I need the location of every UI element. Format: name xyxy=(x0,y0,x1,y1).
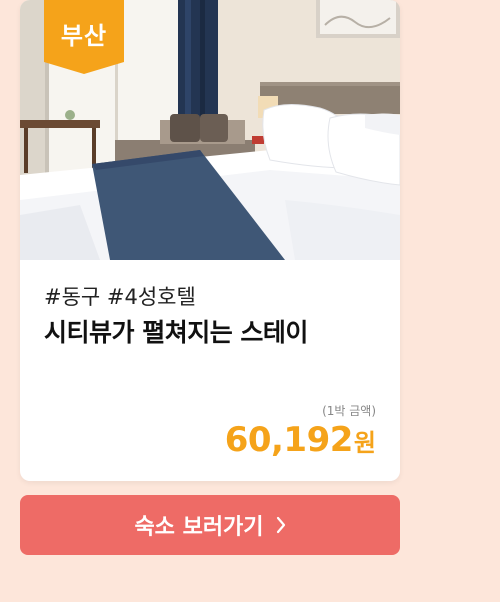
price: 60,192원 xyxy=(225,420,376,460)
view-hotel-button-label: 숙소 보러가기 xyxy=(134,515,264,540)
hotel-card[interactable]: 부산 #동구 #4성호텔 시티뷰가 펼쳐지는 스테이 (1박 금액) 60,19… xyxy=(20,0,400,481)
view-hotel-button-content: 숙소 보러가기 xyxy=(20,495,400,555)
region-badge: 부산 xyxy=(44,0,124,74)
price-value: 60,192 xyxy=(224,420,354,460)
hotel-tags: #동구 #4성호텔 xyxy=(44,285,196,309)
region-badge-label: 부산 xyxy=(60,22,108,50)
view-hotel-button[interactable]: 숙소 보러가기 xyxy=(20,495,400,555)
chevron-right-icon xyxy=(276,516,286,534)
price-note: (1박 금액) xyxy=(322,404,376,418)
hotel-title: 시티뷰가 펼쳐지는 스테이 xyxy=(44,318,308,347)
price-unit: 원 xyxy=(353,429,376,457)
